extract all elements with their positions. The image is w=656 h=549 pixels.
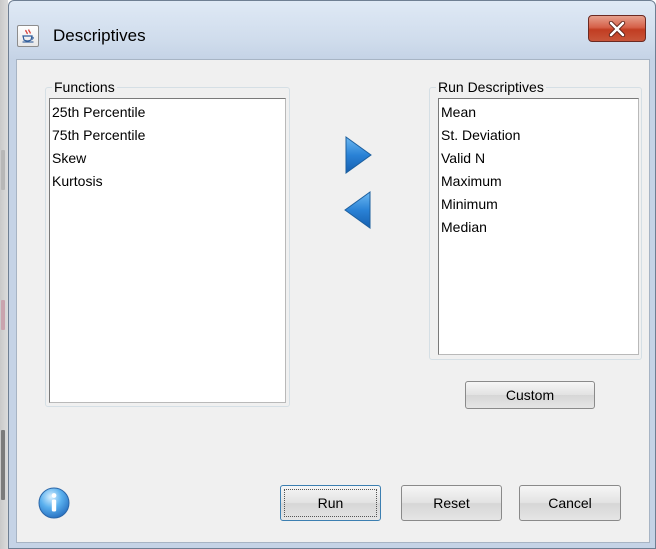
functions-list[interactable]: 25th Percentile 75th Percentile Skew Kur…: [49, 98, 286, 403]
desktop-edge-mark: [1, 300, 5, 330]
run-button[interactable]: Run: [280, 485, 381, 521]
list-item[interactable]: Median: [441, 216, 638, 239]
desktop-edge: [0, 0, 8, 549]
functions-label: Functions: [52, 79, 117, 95]
cancel-button[interactable]: Cancel: [519, 485, 621, 521]
run-descriptives-list[interactable]: Mean St. Deviation Valid N Maximum Minim…: [438, 98, 639, 355]
dialog-content: Functions 25th Percentile 75th Percentil…: [16, 59, 650, 543]
list-item[interactable]: Minimum: [441, 193, 638, 216]
window-title: Descriptives: [53, 26, 146, 45]
run-descriptives-label: Run Descriptives: [436, 79, 546, 95]
list-item[interactable]: St. Deviation: [441, 124, 638, 147]
list-item[interactable]: Mean: [441, 101, 638, 124]
title-bar[interactable]: Descriptives: [9, 1, 655, 59]
list-item[interactable]: Valid N: [441, 147, 638, 170]
arrow-left-icon[interactable]: [343, 190, 373, 230]
desktop-edge-mark: [1, 430, 5, 500]
run-descriptives-group: Run Descriptives Mean St. Deviation Vali…: [429, 79, 642, 360]
reset-button[interactable]: Reset: [401, 485, 502, 521]
custom-button[interactable]: Custom: [465, 381, 595, 409]
info-icon[interactable]: [37, 486, 71, 520]
list-item[interactable]: 25th Percentile: [52, 101, 285, 124]
focus-ring: [284, 489, 377, 517]
desktop-edge-mark: [1, 150, 5, 190]
list-item[interactable]: Kurtosis: [52, 170, 285, 193]
functions-group: Functions 25th Percentile 75th Percentil…: [45, 79, 290, 407]
close-icon: [608, 20, 626, 37]
close-button[interactable]: [588, 15, 646, 42]
list-item[interactable]: Skew: [52, 147, 285, 170]
descriptives-dialog: Descriptives Functions 25th Percentile 7…: [8, 0, 656, 549]
list-item[interactable]: Maximum: [441, 170, 638, 193]
java-cup-icon[interactable]: [17, 25, 39, 47]
arrow-right-icon[interactable]: [343, 135, 373, 175]
list-item[interactable]: 75th Percentile: [52, 124, 285, 147]
